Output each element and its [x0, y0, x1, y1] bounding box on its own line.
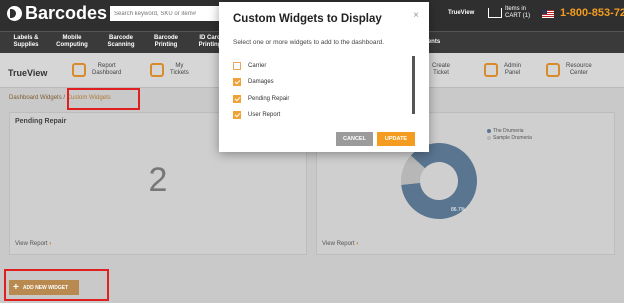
custom-widgets-modal: Custom Widgets to Display × Select one o…: [219, 2, 429, 152]
checkbox[interactable]: [233, 78, 241, 86]
widget-options-list: Carrier Damages Pending Repair User Repo…: [233, 57, 415, 119]
cancel-button[interactable]: CANCEL: [336, 132, 373, 146]
checkbox[interactable]: [233, 111, 241, 119]
option-carrier[interactable]: Carrier: [233, 62, 266, 70]
checkbox[interactable]: [233, 62, 241, 70]
modal-subtitle: Select one or more widgets to add to the…: [233, 39, 385, 46]
modal-title: Custom Widgets to Display: [233, 13, 382, 25]
options-scrollbar[interactable]: [412, 56, 415, 114]
option-pending-repair[interactable]: Pending Repair: [233, 95, 289, 103]
update-button[interactable]: UPDATE: [377, 132, 415, 146]
option-user-report[interactable]: User Report: [233, 111, 280, 119]
close-icon[interactable]: ×: [413, 10, 419, 21]
checkbox[interactable]: [233, 95, 241, 103]
scrollbar-thumb[interactable]: [412, 56, 415, 114]
option-damages[interactable]: Damages: [233, 78, 274, 86]
